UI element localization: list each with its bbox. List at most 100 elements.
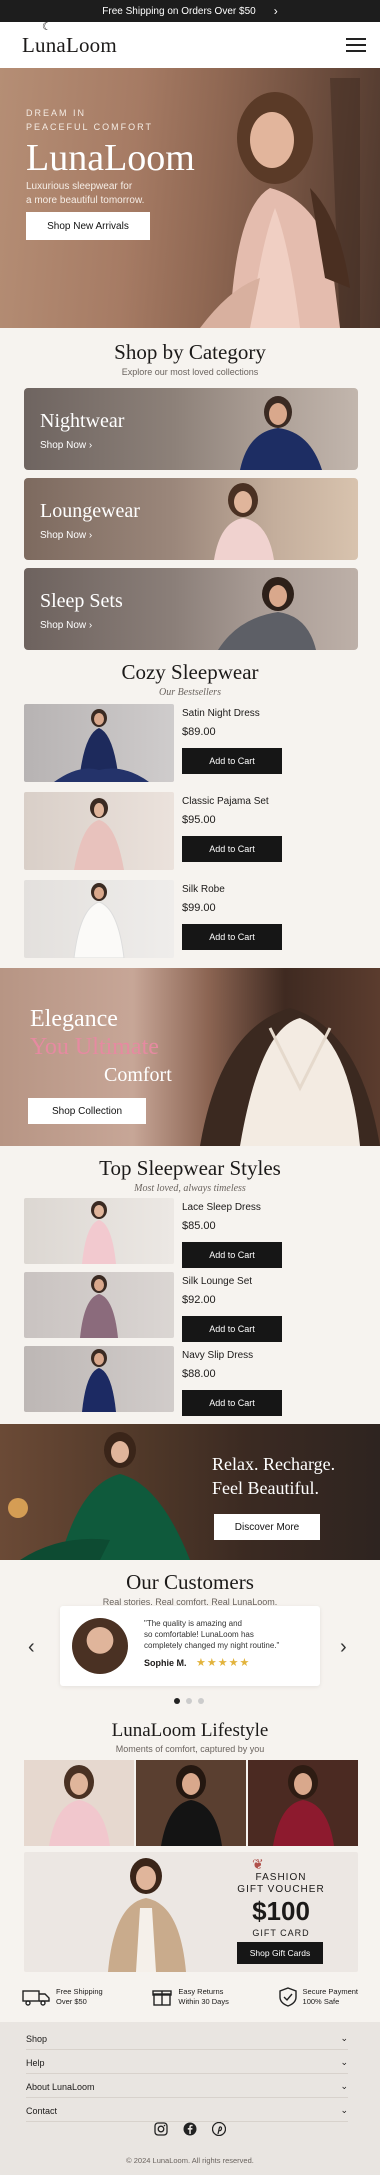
perk-secure-payment: Secure Payment 100% Safe — [278, 1987, 358, 2007]
hero-title: LunaLoom — [26, 137, 195, 179]
footer-link-about[interactable]: About LunaLoom ⌄ — [26, 2076, 348, 2098]
product-name: Lace Sleep Dress — [182, 1202, 261, 1213]
announcement-bar[interactable]: Free Shipping on Orders Over $50 › — [0, 0, 380, 22]
shield-icon — [278, 1987, 297, 2007]
product-image — [24, 1346, 174, 1412]
category-shop-link[interactable]: Shop Now › — [40, 620, 92, 631]
perk-free-shipping: Free Shipping Over $50 — [22, 1987, 103, 2007]
lifestyle-photo[interactable] — [136, 1760, 246, 1846]
footer-link-help[interactable]: Help ⌄ — [26, 2052, 348, 2074]
hero-subtitle: Luxurious sleepwear for a more beautiful… — [26, 181, 145, 206]
footer-link-shop[interactable]: Shop ⌄ — [26, 2028, 348, 2050]
product-price: $99.00 — [182, 902, 216, 914]
product-image — [24, 704, 174, 782]
product-image — [24, 880, 174, 958]
category-name: Nightwear — [40, 410, 125, 432]
hero-kicker: DREAM IN PEACEFUL COMFORT — [26, 108, 154, 132]
testimonial-author: Sophie M. — [144, 1658, 187, 1668]
footer-link-contact[interactable]: Contact ⌄ — [26, 2100, 348, 2122]
lifestyle-photo[interactable] — [24, 1760, 134, 1846]
product-name: Navy Slip Dress — [182, 1350, 254, 1361]
facebook-icon[interactable] — [183, 2122, 197, 2136]
hero-banner: DREAM IN PEACEFUL COMFORT LunaLoom Luxur… — [0, 68, 380, 328]
product-card[interactable]: Silk Lounge Set $92.00 Add to Cart — [24, 1272, 358, 1352]
carousel-dots[interactable] — [174, 1698, 204, 1704]
styles-title: Top Sleepwear Styles — [99, 1156, 281, 1180]
discover-more-button[interactable]: Discover More — [214, 1514, 320, 1540]
category-shop-link[interactable]: Shop Now › — [40, 440, 92, 451]
elegance-model-image — [200, 1008, 380, 1146]
instagram-icon[interactable] — [154, 2122, 168, 2136]
add-to-cart-button[interactable]: Add to Cart — [182, 1242, 282, 1268]
voucher-line-1: FASHION — [255, 1872, 307, 1883]
product-name: Silk Lounge Set — [182, 1276, 253, 1287]
pinterest-icon[interactable] — [212, 2122, 226, 2136]
star-rating-icon: ★★★★★ — [196, 1657, 251, 1669]
lifestyle-photo[interactable] — [248, 1760, 358, 1846]
product-card[interactable]: Lace Sleep Dress $85.00 Add to Cart — [24, 1198, 358, 1278]
gift-box-icon — [152, 1990, 173, 2006]
product-name: Silk Robe — [182, 884, 225, 895]
relax-model-image — [8, 1432, 190, 1560]
product-price: $92.00 — [182, 1294, 216, 1306]
add-to-cart-button[interactable]: Add to Cart — [182, 836, 282, 862]
cozy-title: Cozy Sleepwear — [121, 660, 259, 684]
category-name: Loungewear — [40, 500, 140, 522]
product-image — [24, 792, 174, 870]
customers-header: Our Customers Real stories. Real comfort… — [0, 1570, 380, 1607]
sleep-sets-model-image — [218, 577, 316, 650]
elegance-line-2: You Ultimate — [30, 1034, 159, 1060]
product-name: Classic Pajama Set — [182, 796, 269, 807]
product-card[interactable]: Satin Night Dress $89.00 Add to Cart — [24, 704, 358, 784]
logo[interactable]: ☾ LunaLoom — [22, 21, 117, 58]
add-to-cart-button[interactable]: Add to Cart — [182, 748, 282, 774]
menu-icon[interactable] — [346, 38, 366, 52]
announcement-text: Free Shipping on Orders Over $50 — [102, 5, 256, 17]
add-to-cart-button[interactable]: Add to Cart — [182, 924, 282, 950]
elegance-banner: Elegance You Ultimate Comfort Shop Colle… — [0, 968, 380, 1146]
category-title: Shop by Category — [114, 340, 266, 364]
styles-header: Top Sleepwear Styles Most loved, always … — [0, 1156, 380, 1194]
perk-easy-returns: Easy Returns Within 30 Days — [152, 1987, 229, 2007]
lifestyle-header: LunaLoom Lifestyle Moments of comfort, c… — [0, 1720, 380, 1754]
category-card-nightwear[interactable]: Nightwear Shop Now › — [24, 388, 358, 470]
footer: Shop ⌄ Help ⌄ About LunaLoom ⌄ Contact ⌄ — [0, 2022, 380, 2175]
product-card[interactable]: Silk Robe $99.00 Add to Cart — [24, 880, 358, 960]
chevron-down-icon: ⌄ — [340, 2081, 348, 2091]
page: Free Shipping on Orders Over $50 › ☾ Lun… — [0, 0, 380, 2175]
testimonial-card: "The quality is amazing and so comfortab… — [60, 1606, 320, 1686]
avatar — [72, 1618, 128, 1674]
chevron-left-icon[interactable]: ‹ — [28, 1636, 35, 1659]
site-header: ☾ LunaLoom — [0, 21, 380, 68]
shop-gift-cards-button[interactable]: Shop Gift Cards — [237, 1942, 323, 1964]
perks-bar: Free Shipping Over $50 Easy Returns Within… — [22, 1980, 358, 2014]
loungewear-model-image — [214, 483, 274, 560]
cozy-header: Cozy Sleepwear Our Bestsellers — [0, 660, 380, 698]
chevron-right-icon[interactable]: › — [340, 1636, 347, 1659]
category-name: Sleep Sets — [40, 590, 123, 612]
chevron-right-icon[interactable]: › — [274, 4, 278, 18]
product-card[interactable]: Classic Pajama Set $95.00 Add to Cart — [24, 792, 358, 872]
styles-subtitle: Most loved, always timeless — [134, 1183, 246, 1194]
product-image — [24, 1272, 174, 1338]
shop-new-arrivals-button[interactable]: Shop New Arrivals — [26, 212, 150, 240]
product-name: Satin Night Dress — [182, 708, 260, 719]
product-price: $89.00 — [182, 726, 216, 738]
category-shop-link[interactable]: Shop Now › — [40, 530, 92, 541]
category-subtitle: Explore our most loved collections — [121, 367, 259, 377]
category-card-sleep-sets[interactable]: Sleep Sets Shop Now › — [24, 568, 358, 650]
add-to-cart-button[interactable]: Add to Cart — [182, 1316, 282, 1342]
lifestyle-title: LunaLoom Lifestyle — [111, 1720, 269, 1741]
product-card[interactable]: Navy Slip Dress $88.00 Add to Cart — [24, 1346, 358, 1426]
product-price: $88.00 — [182, 1368, 216, 1380]
chevron-down-icon: ⌄ — [340, 2105, 348, 2115]
lifestyle-subtitle: Moments of comfort, captured by you — [115, 1744, 265, 1754]
voucher-amount: $100 — [252, 1896, 310, 1926]
customers-title: Our Customers — [126, 1570, 254, 1594]
elegance-line-3: Comfort — [104, 1064, 172, 1086]
shop-collection-button[interactable]: Shop Collection — [28, 1098, 146, 1124]
chevron-down-icon: ⌄ — [340, 2057, 348, 2067]
category-card-loungewear[interactable]: Loungewear Shop Now › — [24, 478, 358, 560]
add-to-cart-button[interactable]: Add to Cart — [182, 1390, 282, 1416]
elegance-line-1: Elegance — [30, 1006, 118, 1032]
